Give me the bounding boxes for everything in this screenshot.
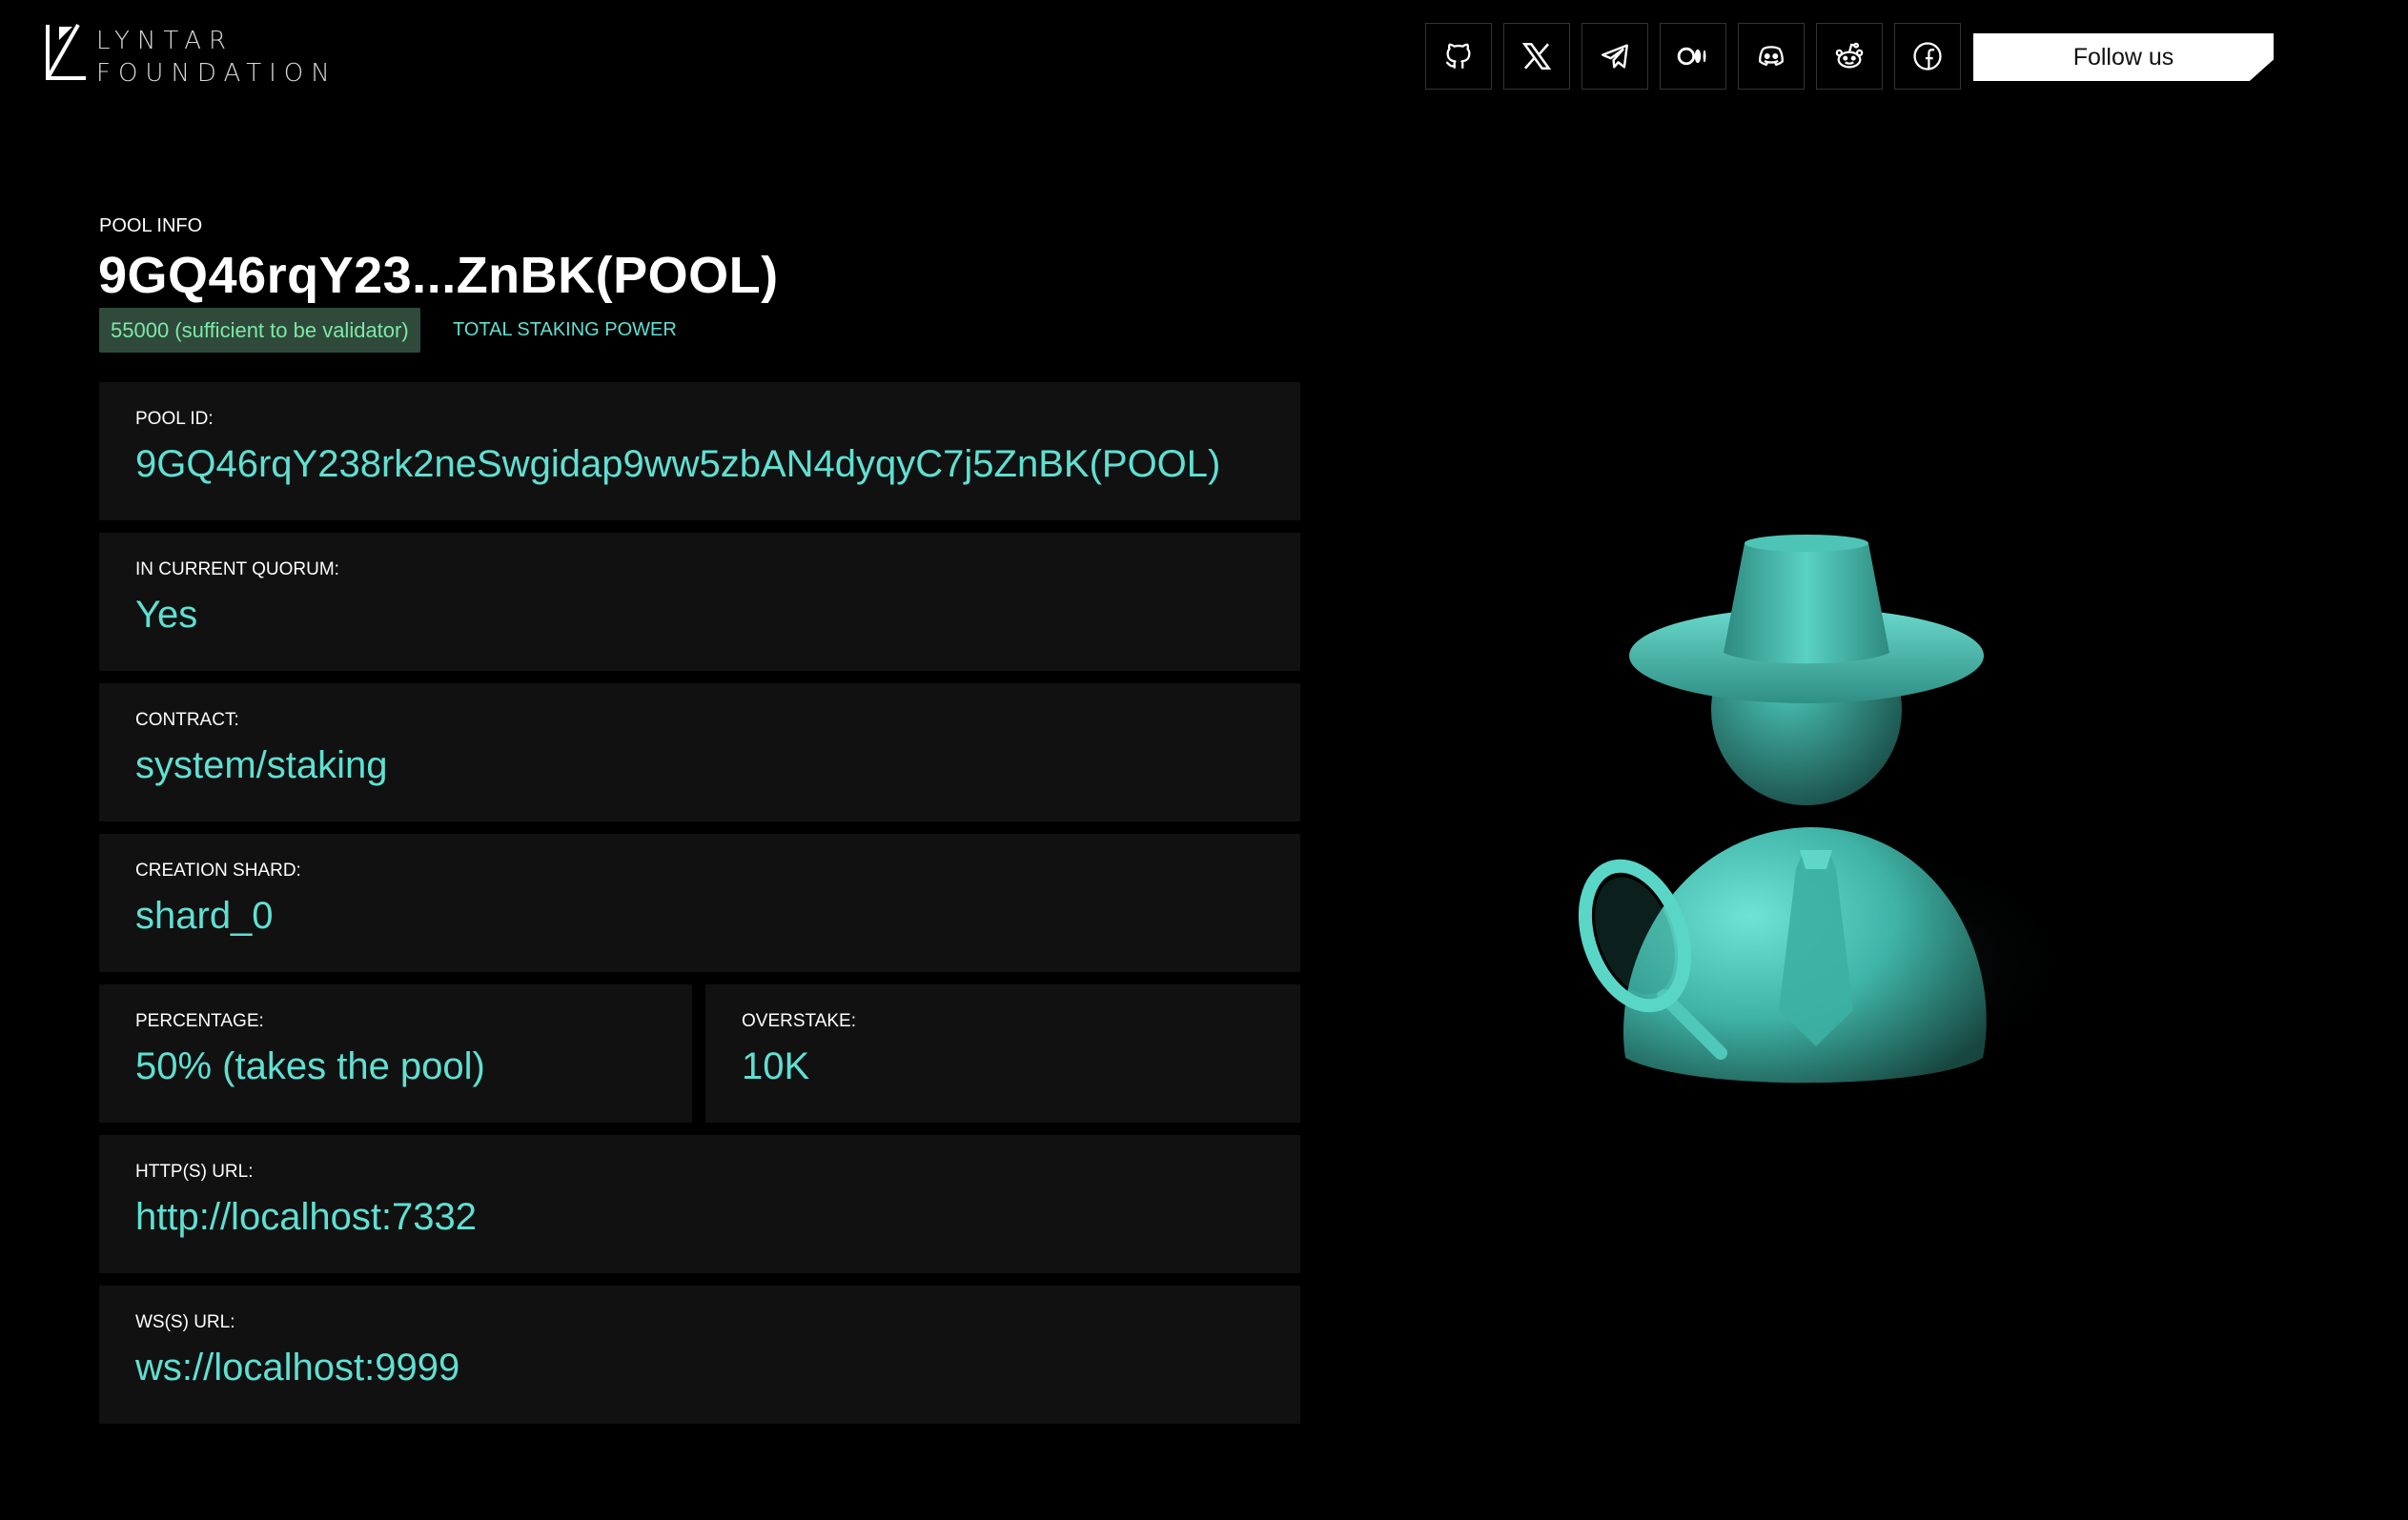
social-links xyxy=(1425,23,1961,90)
github-icon xyxy=(1445,43,1471,69)
shard-value: shard_0 xyxy=(135,895,274,937)
pool-id-value: 9GQ46rqY238rk2neSwgidap9ww5zbAN4dyqyC7j5… xyxy=(135,443,1221,485)
staking-power-caption: TOTAL STAKING POWER xyxy=(453,319,677,340)
http-url-value[interactable]: http://localhost:7332 xyxy=(135,1196,477,1239)
percentage-card: PERCENTAGE: 50% (takes the pool) xyxy=(99,984,692,1123)
facebook-icon xyxy=(1913,42,1942,71)
http-url-label: HTTP(S) URL: xyxy=(135,1162,254,1182)
page: LYNTAR FOUNDATION Follow us POOL INFO 9G… xyxy=(0,0,2408,1520)
quorum-label: IN CURRENT QUORUM: xyxy=(135,559,339,579)
shard-label: CREATION SHARD: xyxy=(135,861,301,881)
shard-card: CREATION SHARD: shard_0 xyxy=(99,834,1300,972)
reddit-link[interactable] xyxy=(1816,23,1883,90)
detective-illustration xyxy=(1578,535,2078,1084)
section-label: POOL INFO xyxy=(99,215,203,236)
facebook-link[interactable] xyxy=(1894,23,1961,90)
overstake-card: OVERSTAKE: 10K xyxy=(705,984,1300,1123)
logo-line-1: LYNTAR xyxy=(96,27,235,55)
follow-us-button[interactable]: Follow us xyxy=(1973,33,2274,81)
contract-card: CONTRACT: system/staking xyxy=(99,683,1300,821)
pool-id-label: POOL ID: xyxy=(135,409,214,429)
github-link[interactable] xyxy=(1425,23,1492,90)
ws-url-value[interactable]: ws://localhost:9999 xyxy=(135,1347,459,1389)
x-icon xyxy=(1521,42,1552,71)
telegram-icon xyxy=(1602,44,1628,69)
logo-mark-icon xyxy=(46,24,86,80)
reddit-icon xyxy=(1835,42,1864,69)
telegram-link[interactable] xyxy=(1582,23,1648,90)
logo-text: LYNTAR FOUNDATION xyxy=(96,25,382,90)
quorum-value: Yes xyxy=(135,594,198,636)
overstake-label: OVERSTAKE: xyxy=(742,1011,857,1031)
overstake-value: 10K xyxy=(742,1045,810,1087)
ws-url-label: WS(S) URL: xyxy=(135,1312,235,1332)
medium-icon xyxy=(1677,47,1706,66)
pool-id-card: POOL ID: 9GQ46rqY238rk2neSwgidap9ww5zbAN… xyxy=(99,382,1300,520)
contract-label: CONTRACT: xyxy=(135,710,239,730)
klyntar-logo[interactable]: LYNTAR FOUNDATION xyxy=(44,23,330,88)
medium-link[interactable] xyxy=(1660,23,1726,90)
discord-icon xyxy=(1759,46,1784,67)
discord-link[interactable] xyxy=(1738,23,1805,90)
quorum-card: IN CURRENT QUORUM: Yes xyxy=(99,533,1300,671)
percentage-value: 50% (takes the pool) xyxy=(135,1045,485,1087)
percentage-label: PERCENTAGE: xyxy=(135,1011,264,1031)
x-link[interactable] xyxy=(1503,23,1570,90)
ws-url-card: WS(S) URL: ws://localhost:9999 xyxy=(99,1286,1300,1424)
contract-value: system/staking xyxy=(135,744,388,786)
logo-line-2: FOUNDATION xyxy=(96,59,337,88)
page-title: 9GQ46rqY23...ZnBK(POOL) xyxy=(98,247,779,304)
http-url-card: HTTP(S) URL: http://localhost:7332 xyxy=(99,1135,1300,1273)
staking-power-badge: 55000 (sufficient to be validator) xyxy=(99,308,420,353)
